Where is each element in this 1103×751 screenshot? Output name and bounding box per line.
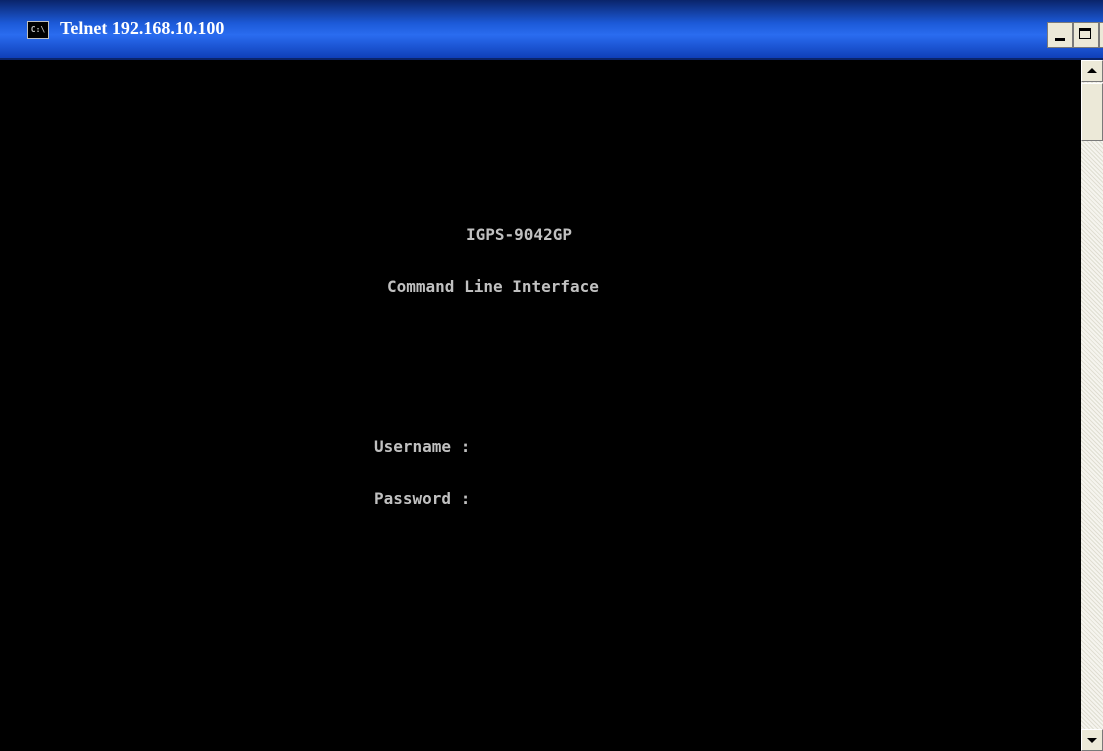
maximize-button[interactable]: [1073, 22, 1099, 48]
cli-subtitle: Command Line Interface: [387, 277, 599, 296]
scroll-down-button[interactable]: [1081, 729, 1103, 751]
console-area[interactable]: IGPS-9042GP Command Line Interface Usern…: [0, 60, 1081, 751]
close-button[interactable]: [1099, 19, 1103, 48]
scroll-up-button[interactable]: [1081, 60, 1103, 82]
minimize-button[interactable]: [1047, 22, 1073, 48]
device-name: IGPS-9042GP: [466, 225, 572, 244]
username-prompt: Username :: [374, 437, 471, 456]
telnet-window: C:\ Telnet 192.168.10.100 IGPS-9042GP Co…: [0, 0, 1103, 751]
scroll-thumb[interactable]: [1081, 83, 1103, 141]
vertical-scrollbar[interactable]: [1081, 60, 1103, 751]
title-bar[interactable]: C:\ Telnet 192.168.10.100: [0, 0, 1103, 60]
window-title: Telnet 192.168.10.100: [60, 18, 225, 38]
password-prompt: Password :: [374, 489, 471, 508]
console-icon[interactable]: C:\: [27, 21, 49, 39]
